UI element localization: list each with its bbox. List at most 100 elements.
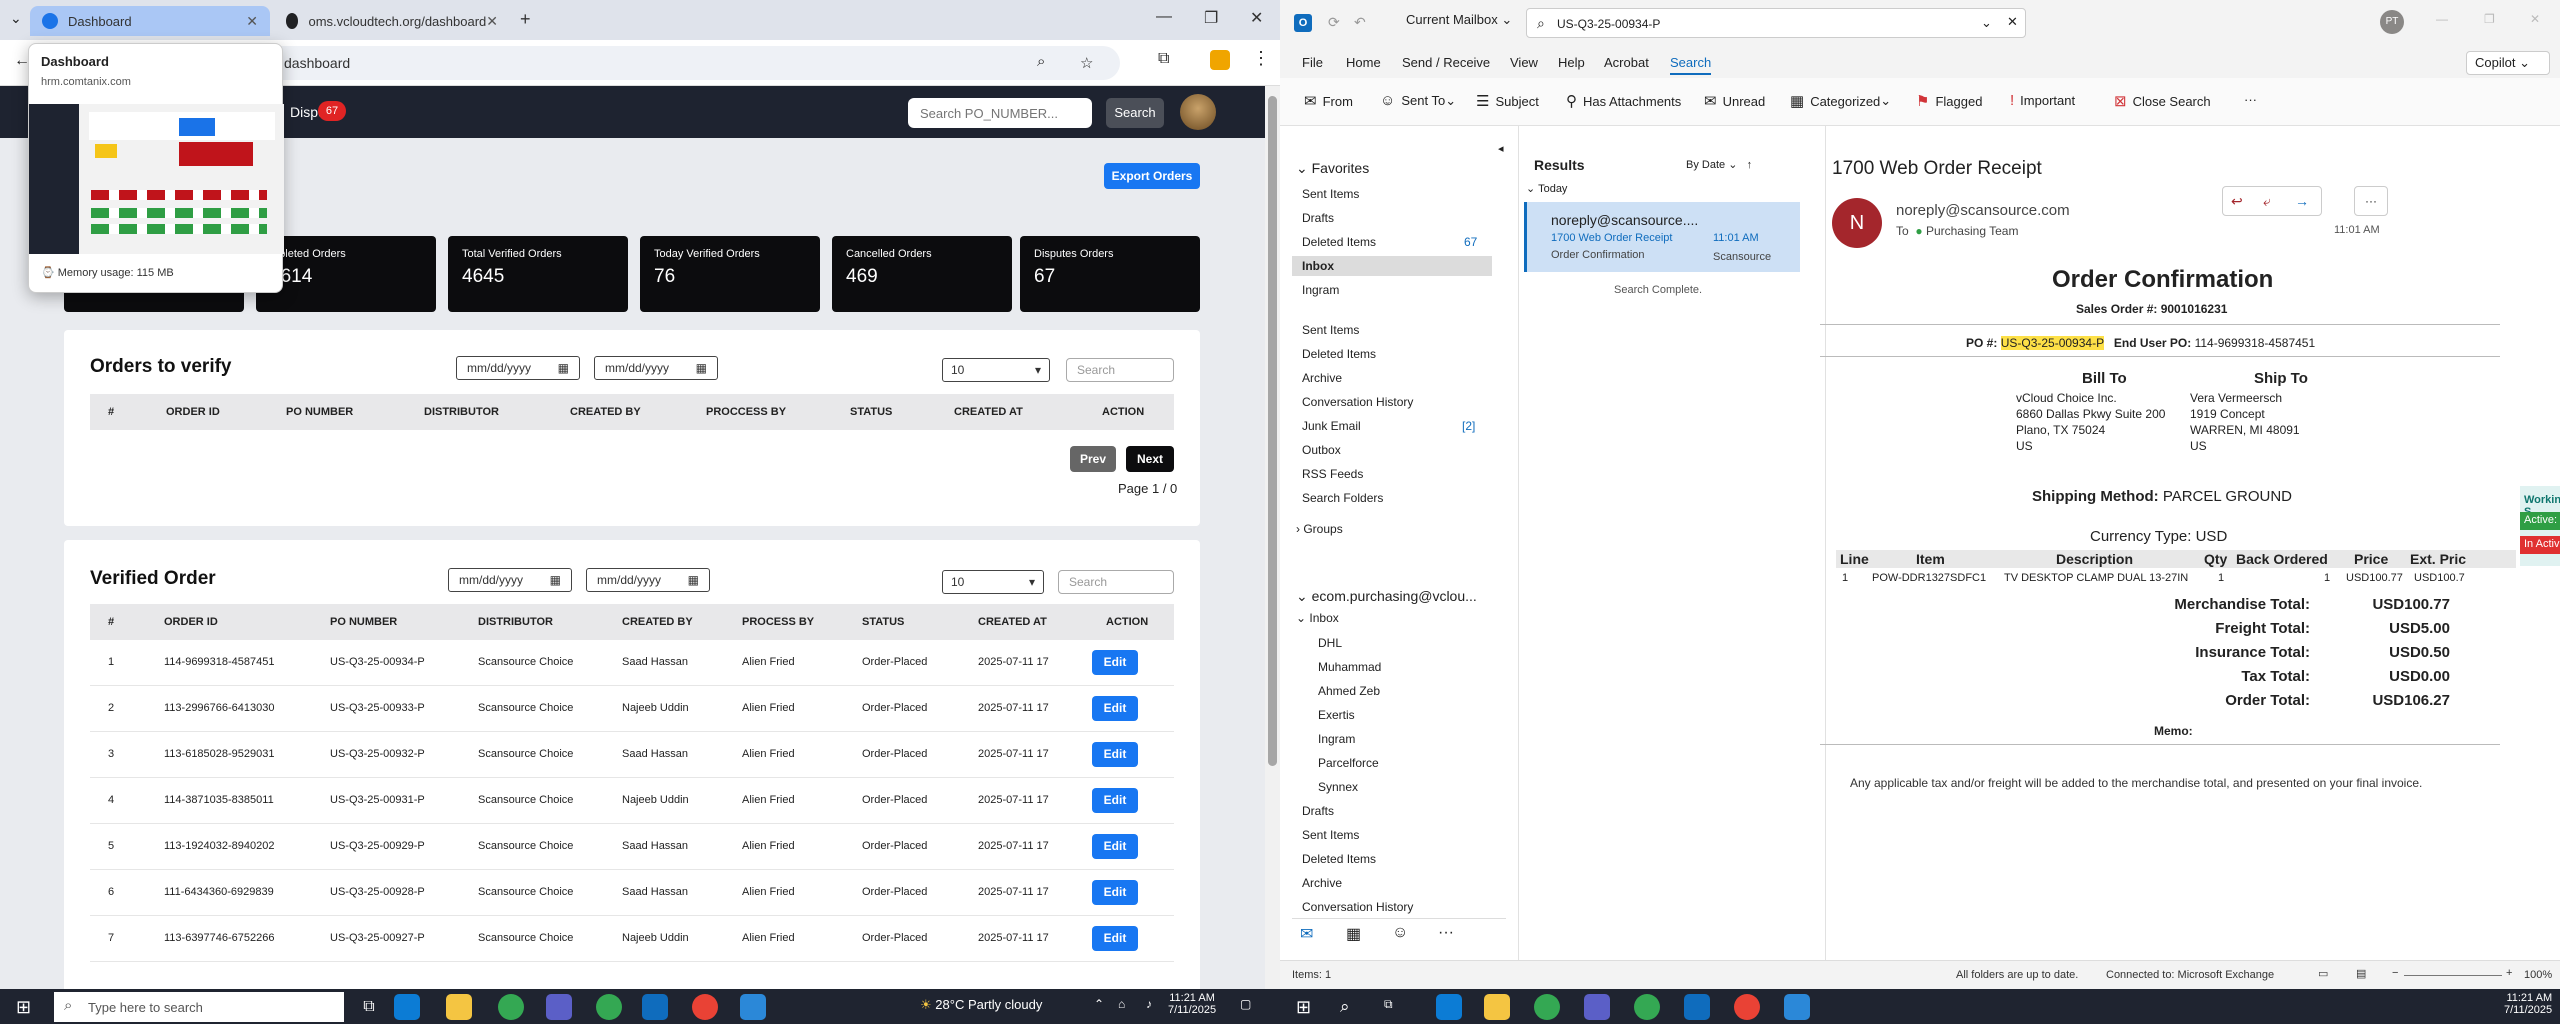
reply-all-icon[interactable]: ⤶ [2263,193,2271,210]
clock-left[interactable]: 11:21 AM 7/11/2025 [1168,992,1216,1016]
file-explorer-icon[interactable] [446,994,472,1020]
user-avatar[interactable] [1180,94,1216,130]
ribbon-subject[interactable]: ☰ Subject [1476,92,1539,110]
undo-icon[interactable]: ↶ [1354,14,1366,31]
table-search-input[interactable]: Search [1066,358,1174,382]
menu-file[interactable]: File [1302,55,1323,70]
next-button[interactable]: Next [1126,446,1174,472]
favorites-header[interactable]: ⌄ Favorites [1296,160,1369,177]
more-actions-icon[interactable]: ··· [2354,186,2388,216]
favorite-folder[interactable]: Sent Items [1292,184,1492,204]
minimize-icon[interactable]: — [2436,12,2448,26]
volume-icon[interactable]: ♪ [1146,997,1152,1011]
inbox-subfolder[interactable]: Ingram [1318,732,1355,746]
chrome-icon[interactable] [1634,994,1660,1020]
mail-folder[interactable]: Search Folders [1292,488,1492,508]
ribbon-flagged[interactable]: ⚑ Flagged [1916,92,1982,110]
chrome-icon[interactable] [1534,994,1560,1020]
ribbon-unread[interactable]: ✉ Unread [1704,92,1765,110]
ribbon-categorized[interactable]: ▦ Categorized ⌄ [1790,92,1891,110]
menu-acrobat[interactable]: Acrobat [1604,55,1649,70]
close-window-icon[interactable]: ✕ [1250,8,1263,28]
user-avatar[interactable]: PT [2380,10,2404,34]
groups-header[interactable]: › Groups [1296,522,1343,536]
message-item[interactable]: noreply@scansource.... 1700 Web Order Re… [1524,202,1800,272]
new-tab-button[interactable]: + [520,9,531,30]
app-icon[interactable] [1784,994,1810,1020]
menu-search[interactable]: Search [1670,55,1712,75]
inbox-subfolder[interactable]: Synnex [1318,780,1358,794]
reply-icon[interactable]: ↩ [2231,193,2243,210]
reading-view-icon[interactable]: ▤ [2356,967,2366,980]
account-folder[interactable]: Drafts [1302,804,1334,818]
favorite-folder[interactable]: Ingram [1292,280,1492,300]
inbox-tree[interactable]: ⌄ Inbox [1296,611,1339,625]
edit-button[interactable]: Edit [1092,742,1138,767]
omnibox[interactable]: dashboard ☆ ⌕ [160,46,1120,80]
chrome-icon[interactable] [596,994,622,1020]
tray-chevron-icon[interactable]: ⌃ [1094,997,1104,1011]
menu-home[interactable]: Home [1346,55,1381,70]
table-search-input[interactable]: Search [1058,570,1174,594]
favorite-folder[interactable]: Inbox [1292,256,1492,276]
tab-oms-dashboard[interactable]: oms.vcloudtech.org/dashboard ✕ [274,6,510,36]
app-icon[interactable] [740,994,766,1020]
start-date-input[interactable]: mm/dd/yyyy ▦ [456,356,580,380]
edit-button[interactable]: Edit [1092,650,1138,675]
ribbon-close-search[interactable]: ⊠ Close Search [2114,92,2211,110]
restore-icon[interactable]: ❐ [2484,12,2495,26]
ribbon-from[interactable]: ✉ From [1304,92,1353,110]
export-orders-button[interactable]: Export Orders [1104,163,1200,189]
prev-button[interactable]: Prev [1070,446,1116,472]
outlook-icon[interactable] [642,994,668,1020]
account-folder[interactable]: Archive [1302,876,1342,890]
chevron-down-icon[interactable]: ⌄ [1981,15,1992,31]
tab-dashboard[interactable]: Dashboard ✕ [30,6,270,36]
close-tab-icon[interactable]: ✕ [486,13,498,30]
menu-kebab-icon[interactable]: ⋮ [1252,48,1270,69]
edit-button[interactable]: Edit [1092,880,1138,905]
inbox-subfolder[interactable]: Parcelforce [1318,756,1379,770]
inbox-subfolder[interactable]: Exertis [1318,708,1355,722]
mail-icon[interactable]: ✉ [1300,924,1313,944]
more-apps-icon[interactable]: ··· [1438,924,1454,942]
account-folder[interactable]: Conversation History [1302,900,1413,914]
account-folder[interactable]: Deleted Items [1302,852,1376,866]
edge-icon[interactable] [394,994,420,1020]
ribbon-has-attachments[interactable]: ⚲ Has Attachments [1566,92,1681,110]
restore-icon[interactable]: ❐ [1204,8,1218,28]
page-size-select[interactable]: 10 ▾ [942,570,1044,594]
menu-send-receive[interactable]: Send / Receive [1402,55,1490,70]
copilot-button[interactable]: Copilot ⌄ [2466,51,2550,75]
favorite-folder[interactable]: Drafts [1292,208,1492,228]
refresh-icon[interactable]: ⟳ [1328,14,1340,31]
ribbon-more-icon[interactable]: ··· [2244,92,2257,107]
favorite-folder[interactable]: Deleted Items 67 [1292,232,1492,252]
edge-icon[interactable] [1436,994,1462,1020]
clear-search-icon[interactable]: ✕ [2007,14,2018,30]
search-icon[interactable]: ⌕ [1037,53,1045,70]
search-box[interactable]: ⌕ US-Q3-25-00934-P ⌄ ✕ [1526,8,2026,38]
today-group[interactable]: ⌄ Today [1526,182,1567,195]
chrome-icon[interactable] [498,994,524,1020]
start-date-input[interactable]: mm/dd/yyyy ▦ [448,568,572,592]
extension-icon[interactable] [1210,50,1230,70]
forward-icon[interactable]: → [2295,193,2309,209]
edit-button[interactable]: Edit [1092,926,1138,951]
page-size-select[interactable]: 10 ▾ [942,358,1050,382]
zoom-app-icon[interactable] [1584,994,1610,1020]
account-folder[interactable]: Sent Items [1302,828,1359,842]
task-view-icon[interactable]: ⧉ [356,994,382,1020]
people-icon[interactable]: ☺ [1392,924,1408,942]
start-icon[interactable]: ⊞ [16,997,31,1018]
chrome-icon[interactable] [1734,994,1760,1020]
star-icon[interactable]: ☆ [1080,54,1093,72]
scrollbar-thumb[interactable] [1268,96,1277,766]
minimize-icon[interactable]: — [1156,8,1172,26]
mail-folder[interactable]: Sent Items [1292,320,1492,340]
weather-widget[interactable]: ☀ 28°C Partly cloudy [920,997,1042,1013]
calendar-icon[interactable]: ▦ [1346,924,1361,944]
edit-button[interactable]: Edit [1092,696,1138,721]
file-explorer-icon[interactable] [1484,994,1510,1020]
search-button[interactable]: Search [1106,98,1164,128]
